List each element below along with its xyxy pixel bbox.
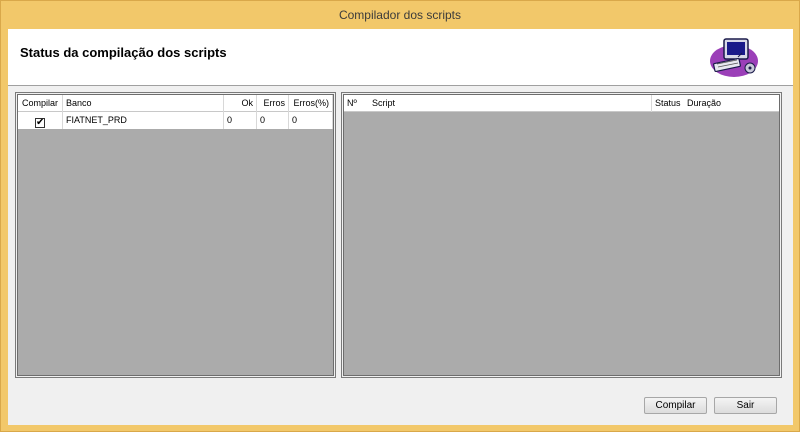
erros-pct-cell[interactable]: 0 (289, 112, 333, 129)
column-header-banco[interactable]: Banco (63, 95, 224, 112)
column-header-compilar[interactable]: Compilar (18, 95, 63, 112)
compilar-checkbox[interactable]: ✔ (35, 118, 45, 128)
scripts-grid[interactable]: Nº Script Status Duração (343, 94, 780, 376)
computer-icon (710, 38, 758, 77)
erros-cell[interactable]: 0 (257, 112, 289, 129)
header-banner: Status da compilação dos scripts (8, 29, 793, 86)
column-header-script[interactable]: Script (369, 95, 652, 112)
databases-grid[interactable]: Compilar Banco Ok Erros Erros(%) ✔ FIATN… (17, 94, 334, 376)
databases-panel: Compilar Banco Ok Erros Erros(%) ✔ FIATN… (15, 92, 336, 378)
ok-cell[interactable]: 0 (224, 112, 257, 129)
table-row[interactable]: ✔ FIATNET_PRD 0 0 0 (18, 112, 333, 129)
column-header-erros[interactable]: Erros (257, 95, 289, 112)
main-window: Compilador dos scripts Status da compila… (0, 0, 800, 432)
column-header-ok[interactable]: Ok (224, 95, 257, 112)
column-header-status[interactable]: Status (652, 95, 684, 112)
databases-grid-header: Compilar Banco Ok Erros Erros(%) (18, 95, 333, 112)
compile-button[interactable]: Compilar (644, 397, 707, 414)
exit-button[interactable]: Sair (714, 397, 777, 414)
scripts-grid-header: Nº Script Status Duração (344, 95, 779, 112)
banco-cell[interactable]: FIATNET_PRD (63, 112, 224, 129)
window-client-area: Status da compilação dos scripts Compila… (8, 29, 793, 425)
page-title: Status da compilação dos scripts (20, 45, 227, 60)
compilar-cell[interactable]: ✔ (18, 112, 63, 129)
column-header-duracao[interactable]: Duração (684, 95, 779, 112)
column-header-erros-pct[interactable]: Erros(%) (289, 95, 333, 112)
scripts-panel: Nº Script Status Duração (341, 92, 782, 378)
column-header-numero[interactable]: Nº (344, 95, 369, 112)
window-title: Compilador dos scripts (338, 8, 462, 22)
